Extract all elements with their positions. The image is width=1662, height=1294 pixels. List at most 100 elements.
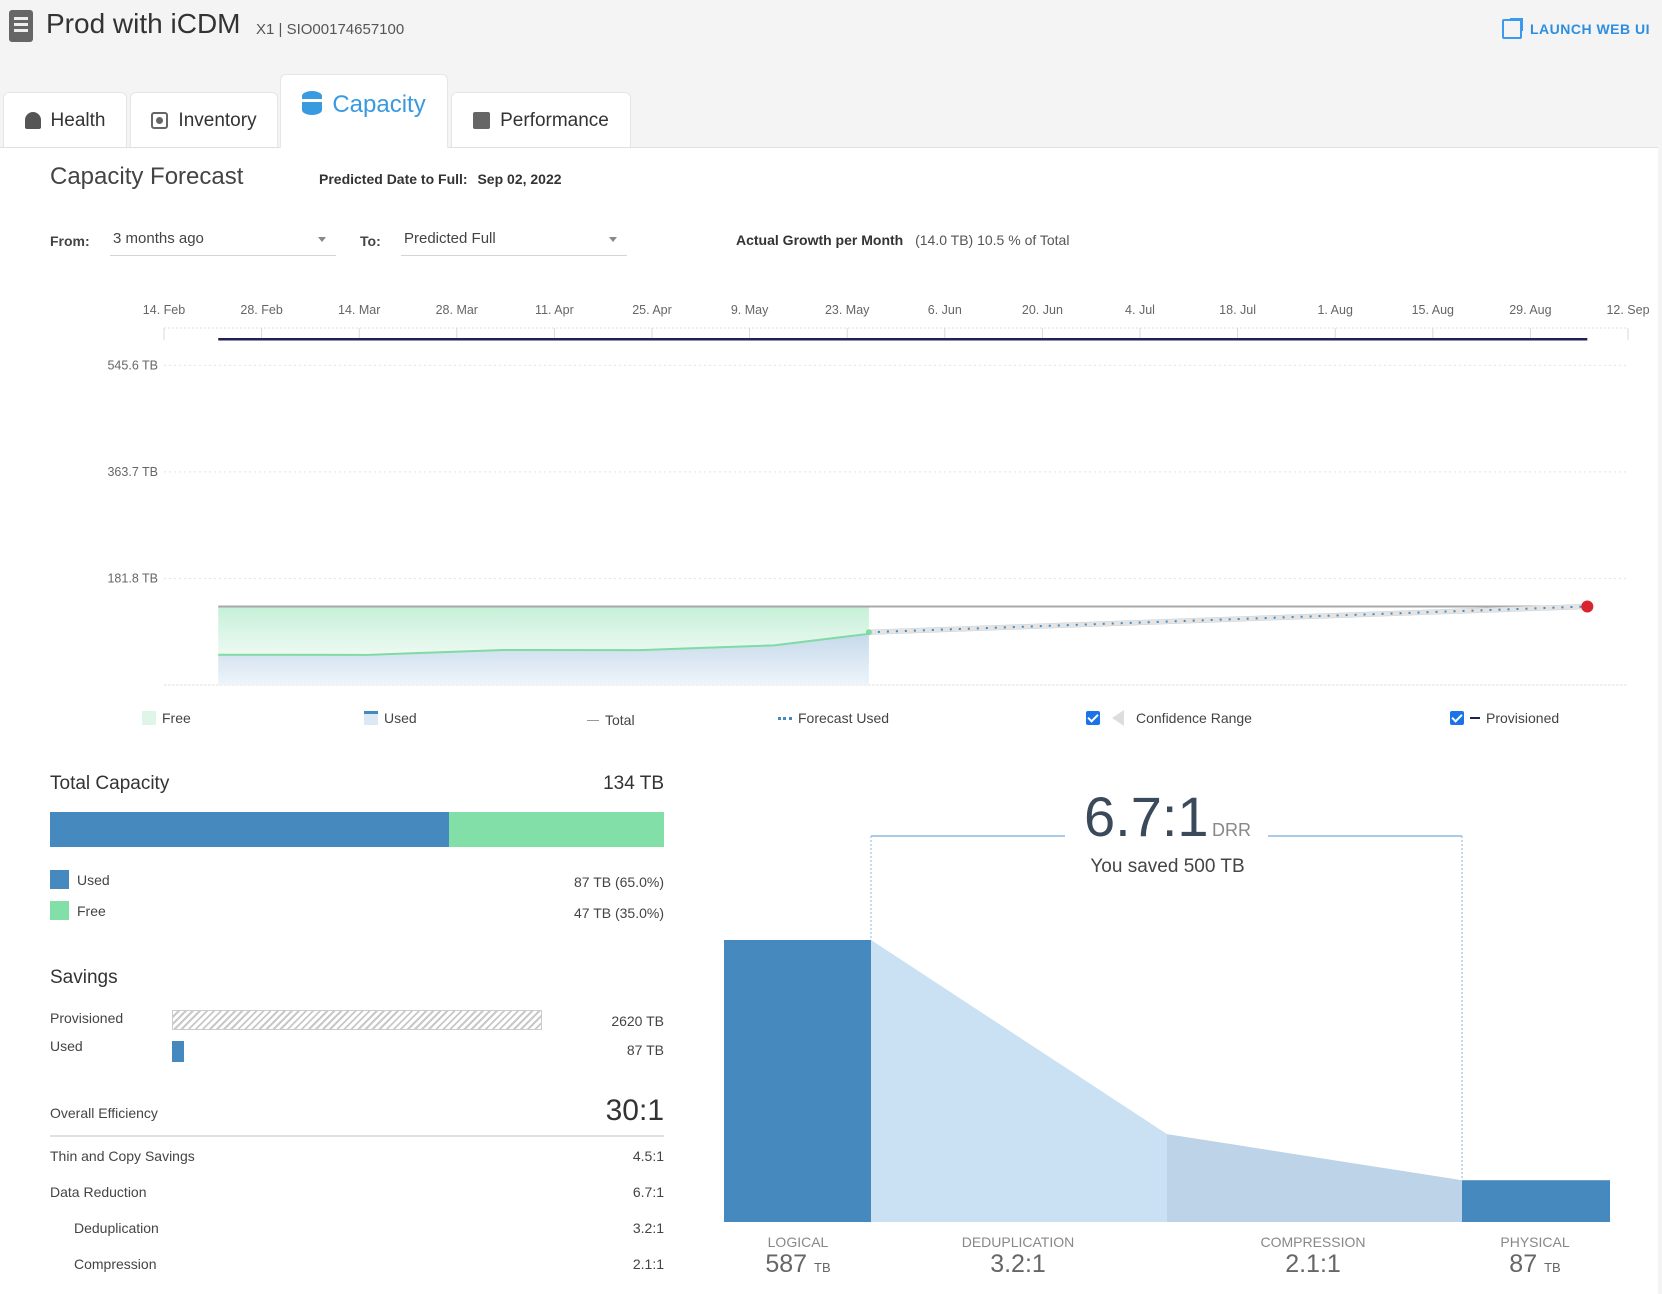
predicted-date-full: Predicted Date to Full: Sep 02, 2022 bbox=[319, 171, 562, 187]
y-tick-label: 363.7 TB bbox=[107, 465, 158, 479]
to-label: To: bbox=[360, 233, 381, 249]
legend-free[interactable]: Free bbox=[142, 710, 191, 726]
provisioned-checkbox[interactable] bbox=[1450, 711, 1464, 725]
total-capacity-title: Total Capacity bbox=[50, 773, 170, 794]
from-label: From: bbox=[50, 233, 90, 249]
legend-confidence-label: Confidence Range bbox=[1136, 710, 1252, 726]
capacity-bar-free bbox=[449, 812, 664, 847]
data-reduction-label: Data Reduction bbox=[50, 1184, 147, 1200]
launch-web-ui-button[interactable]: LAUNCH WEB UI bbox=[1501, 18, 1650, 39]
x-tick-label: 28. Feb bbox=[240, 303, 282, 317]
stage-compression-value: 2.1:1 bbox=[1285, 1250, 1341, 1278]
chart-legend: Free Used Total Forecast Used Confidence… bbox=[140, 710, 1580, 734]
savings-used-bar bbox=[172, 1041, 184, 1062]
legend-provisioned-label: Provisioned bbox=[1486, 710, 1560, 726]
y-tick-label: 181.8 TB bbox=[107, 571, 158, 585]
thin-copy-value: 4.5:1 bbox=[632, 1148, 664, 1164]
actual-growth: Actual Growth per Month (14.0 TB) 10.5 %… bbox=[736, 232, 1069, 248]
free-swatch bbox=[50, 901, 69, 920]
x-tick-label: 9. May bbox=[731, 303, 769, 317]
provisioned-value: 2620 TB bbox=[611, 1013, 664, 1029]
predicted-full-point bbox=[1581, 600, 1594, 613]
actual-growth-label: Actual Growth per Month bbox=[736, 232, 904, 248]
free-legend: Free bbox=[50, 901, 106, 920]
deduplication-value: 3.2:1 bbox=[632, 1220, 664, 1236]
legend-free-label: Free bbox=[162, 710, 191, 726]
actual-growth-value: (14.0 TB) 10.5 % of Total bbox=[915, 232, 1070, 248]
capacity-forecast-title: Capacity Forecast bbox=[50, 163, 244, 190]
system-title: Prod with iCDM bbox=[46, 8, 241, 39]
deduplication-area bbox=[871, 940, 1167, 1222]
launch-web-ui-label: LAUNCH WEB UI bbox=[1529, 21, 1650, 37]
x-tick-label: 12. Sep bbox=[1606, 303, 1649, 317]
x-tick-label: 20. Jun bbox=[1022, 303, 1063, 317]
stage-physical-value: 87 bbox=[1509, 1250, 1538, 1278]
x-tick-label: 28. Mar bbox=[436, 303, 478, 317]
x-tick-label: 14. Feb bbox=[143, 303, 185, 317]
drr-ratio: 6.7:1 bbox=[1084, 785, 1209, 848]
chevron-down-icon bbox=[609, 237, 617, 242]
forecast-swatch bbox=[778, 716, 792, 720]
stage-logical-value: 587 bbox=[765, 1250, 808, 1278]
bell-icon bbox=[24, 112, 41, 129]
logical-bar bbox=[724, 940, 871, 1222]
confidence-swatch bbox=[1112, 710, 1124, 726]
confidence-checkbox[interactable] bbox=[1086, 711, 1100, 725]
tab-performance[interactable]: Performance bbox=[451, 92, 631, 148]
x-tick-label: 25. Apr bbox=[632, 303, 672, 317]
predicted-date-label: Predicted Date to Full: bbox=[319, 171, 468, 187]
legend-forecast-label: Forecast Used bbox=[798, 710, 890, 726]
physical-bar bbox=[1462, 1180, 1610, 1222]
stage-logical-unit: TB bbox=[814, 1260, 831, 1275]
x-tick-label: 15. Aug bbox=[1412, 303, 1454, 317]
used-value: 87 TB (65.0%) bbox=[573, 874, 664, 890]
used-swatch bbox=[364, 711, 378, 725]
legend-total-label: Total bbox=[605, 712, 635, 728]
capacity-bar-used bbox=[50, 812, 450, 847]
compression-label: Compression bbox=[74, 1256, 157, 1272]
drr-unit: DRR bbox=[1212, 820, 1251, 840]
data-reduction-value: 6.7:1 bbox=[632, 1184, 664, 1200]
legend-total[interactable]: Total bbox=[587, 712, 635, 728]
y-tick-label: 545.6 TB bbox=[107, 358, 158, 372]
stage-dedup-label: DEDUPLICATION bbox=[961, 1234, 1075, 1250]
stage-deduplication: DEDUPLICATION 3.2:1 bbox=[908, 1234, 1128, 1279]
external-link-icon bbox=[1501, 18, 1523, 39]
overall-efficiency-label: Overall Efficiency bbox=[50, 1105, 158, 1121]
x-tick-label: 18. Jul bbox=[1219, 303, 1256, 317]
stage-logical: LOGICAL 587 TB bbox=[688, 1234, 908, 1279]
x-tick-label: 1. Aug bbox=[1317, 303, 1352, 317]
legend-used-label: Used bbox=[384, 710, 417, 726]
used-swatch bbox=[50, 870, 69, 889]
tab-capacity-label: Capacity bbox=[332, 91, 426, 118]
capacity-forecast-chart: 14. Feb 28. Feb 14. Mar 28. Mar 11. Apr 25. A… bbox=[107, 303, 1650, 686]
stage-logical-label: LOGICAL bbox=[767, 1234, 829, 1250]
savings-title: Savings bbox=[50, 967, 118, 988]
to-select[interactable]: Predicted Full bbox=[401, 230, 627, 256]
provisioned-swatch bbox=[1470, 717, 1480, 719]
gear-icon bbox=[151, 112, 169, 129]
tab-performance-label: Performance bbox=[500, 109, 609, 131]
tab-inventory[interactable]: Inventory bbox=[130, 92, 278, 148]
used-label: Used bbox=[77, 871, 110, 888]
free-label: Free bbox=[77, 902, 106, 919]
stage-dedup-value: 3.2:1 bbox=[990, 1250, 1046, 1278]
from-select[interactable]: 3 months ago bbox=[110, 230, 336, 256]
tab-capacity[interactable]: Capacity bbox=[280, 74, 448, 148]
total-swatch bbox=[587, 719, 599, 721]
thin-copy-label: Thin and Copy Savings bbox=[50, 1148, 195, 1164]
forecast-start-point bbox=[865, 629, 872, 636]
deduplication-label: Deduplication bbox=[74, 1220, 159, 1236]
predicted-date-value: Sep 02, 2022 bbox=[477, 171, 562, 187]
legend-confidence-range[interactable]: Confidence Range bbox=[1086, 710, 1252, 726]
provisioned-label: Provisioned bbox=[50, 1010, 124, 1026]
legend-forecast-used[interactable]: Forecast Used bbox=[778, 710, 889, 726]
legend-used[interactable]: Used bbox=[364, 710, 417, 726]
system-model-serial: X1 | SIO00174657100 bbox=[256, 21, 405, 38]
database-icon bbox=[302, 91, 323, 115]
divider bbox=[50, 1135, 664, 1137]
system-icon bbox=[9, 10, 33, 42]
total-capacity-value: 134 TB bbox=[603, 773, 664, 794]
tab-health[interactable]: Health bbox=[3, 92, 127, 148]
legend-provisioned[interactable]: Provisioned bbox=[1450, 710, 1559, 726]
